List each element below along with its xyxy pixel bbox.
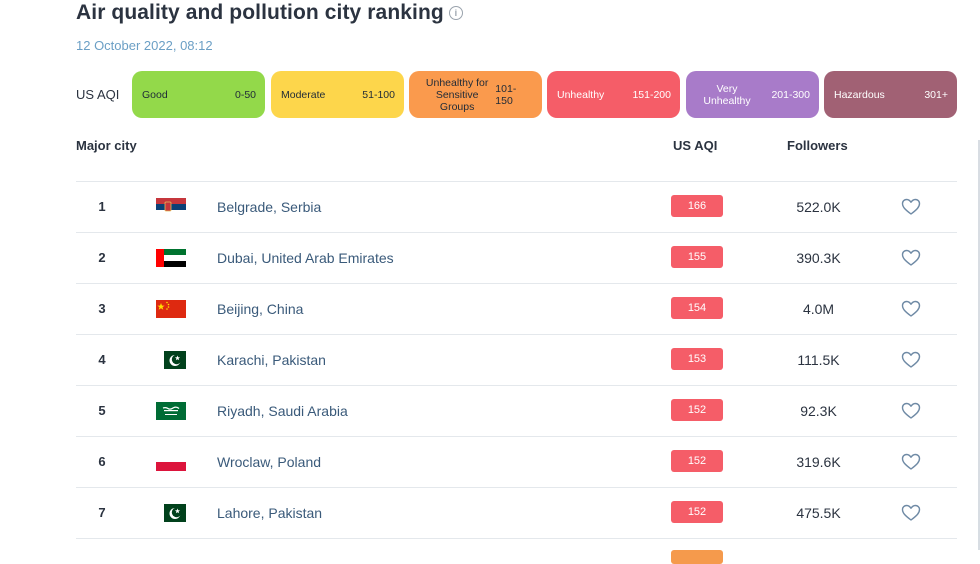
rank-number: 3	[98, 301, 106, 316]
legend-category: Moderate	[281, 88, 326, 101]
legend-range: 201-300	[771, 88, 810, 101]
table-row[interactable]: 6 Wroclaw, Poland 152 319.6K	[76, 436, 957, 487]
aqi-badge: 155	[671, 246, 723, 268]
legend-category: Good	[142, 88, 168, 101]
aqi-badge: 154	[671, 297, 723, 319]
followers-count: 92.3K	[800, 403, 837, 419]
legend-item-hazardous: Hazardous 301+	[824, 71, 957, 118]
column-header-city: Major city	[76, 138, 137, 153]
aqi-badge	[671, 550, 723, 564]
heart-icon[interactable]	[901, 300, 921, 318]
legend-item-unhealthy-for-sensitive-groups: Unhealthy for Sensitive Groups 101-150	[409, 71, 542, 118]
pakistan-flag	[156, 351, 186, 369]
followers-count: 390.3K	[796, 250, 841, 266]
followers-count: 4.0M	[802, 301, 835, 317]
column-header-aqi: US AQI	[673, 138, 718, 153]
table-row[interactable]: 3 Beijing, China 154 4.0M	[76, 283, 957, 334]
table-row[interactable]: 1 Belgrade, Serbia 166 522.0K	[76, 181, 957, 232]
city-link[interactable]: Riyadh, Saudi Arabia	[217, 386, 348, 436]
rank-number: 1	[98, 199, 106, 214]
table-row-partial[interactable]	[76, 538, 957, 564]
timestamp: 12 October 2022, 08:12	[76, 38, 213, 53]
serbia-flag	[156, 198, 186, 216]
rank-number: 2	[98, 250, 106, 265]
legend-item-very-unhealthy: Very Unhealthy 201-300	[686, 71, 819, 118]
legend-range: 51-100	[362, 88, 395, 101]
poland-flag	[156, 453, 186, 471]
city-link[interactable]: Wroclaw, Poland	[217, 437, 321, 487]
legend-range: 301+	[924, 88, 948, 101]
rank-number: 7	[98, 505, 106, 520]
column-header-followers: Followers	[787, 138, 848, 153]
heart-icon[interactable]	[901, 453, 921, 471]
uae-flag	[156, 249, 186, 267]
legend-category: Unhealthy for Sensitive Groups	[425, 76, 489, 113]
table-row[interactable]: 7 Lahore, Pakistan 152 475.5K	[76, 487, 957, 538]
pakistan-flag	[156, 504, 186, 522]
city-link[interactable]: Belgrade, Serbia	[217, 182, 321, 232]
table-row[interactable]: 5 Riyadh, Saudi Arabia 152 92.3K	[76, 385, 957, 436]
saudi-arabia-flag	[156, 402, 186, 420]
aqi-badge: 152	[671, 501, 723, 523]
aqi-badge: 152	[671, 450, 723, 472]
ranking-table: 1 Belgrade, Serbia 166 522.0K 2 Dubai, United…	[76, 181, 957, 564]
followers-count: 475.5K	[796, 505, 841, 521]
legend-item-good: Good 0-50	[132, 71, 265, 118]
heart-icon[interactable]	[901, 198, 921, 216]
title-row: Air quality and pollution city ranking i	[76, 0, 463, 26]
city-link[interactable]: Beijing, China	[217, 284, 303, 334]
rank-number: 6	[98, 454, 106, 469]
heart-icon[interactable]	[901, 249, 921, 267]
china-flag	[156, 300, 186, 318]
aqi-badge: 153	[671, 348, 723, 370]
legend-item-moderate: Moderate 51-100	[271, 71, 404, 118]
legend-range: 101-150	[495, 82, 517, 107]
page-title: Air quality and pollution city ranking	[76, 1, 444, 24]
followers-count: 319.6K	[796, 454, 841, 470]
rank-number: 5	[98, 403, 106, 418]
legend-item-unhealthy: Unhealthy 151-200	[547, 71, 680, 118]
aqi-badge: 166	[671, 195, 723, 217]
legend-range: 0-50	[234, 88, 256, 101]
aqi-legend: US AQI	[76, 71, 132, 118]
info-icon[interactable]: i	[448, 6, 463, 20]
city-link[interactable]: Lahore, Pakistan	[217, 488, 322, 538]
rank-number: 4	[98, 352, 106, 367]
aqi-badge: 152	[671, 399, 723, 421]
heart-icon[interactable]	[901, 351, 921, 369]
legend-label: US AQI	[76, 87, 120, 102]
legend-category: Hazardous	[834, 88, 885, 101]
legend-category: Unhealthy	[557, 88, 605, 101]
city-link[interactable]: Dubai, United Arab Emirates	[217, 233, 394, 283]
legend-range: 151-200	[632, 88, 671, 101]
table-row[interactable]: 4 Karachi, Pakistan 153 111.5K	[76, 334, 957, 385]
followers-count: 522.0K	[796, 199, 841, 215]
legend-category: Very Unhealthy	[703, 82, 751, 107]
heart-icon[interactable]	[901, 402, 921, 420]
table-header: Major city US AQI Followers	[0, 138, 980, 158]
table-row[interactable]: 2 Dubai, United Arab Emirates 155 390.3K	[76, 232, 957, 283]
city-link[interactable]: Karachi, Pakistan	[217, 335, 326, 385]
heart-icon[interactable]	[901, 504, 921, 522]
followers-count: 111.5K	[797, 352, 840, 368]
